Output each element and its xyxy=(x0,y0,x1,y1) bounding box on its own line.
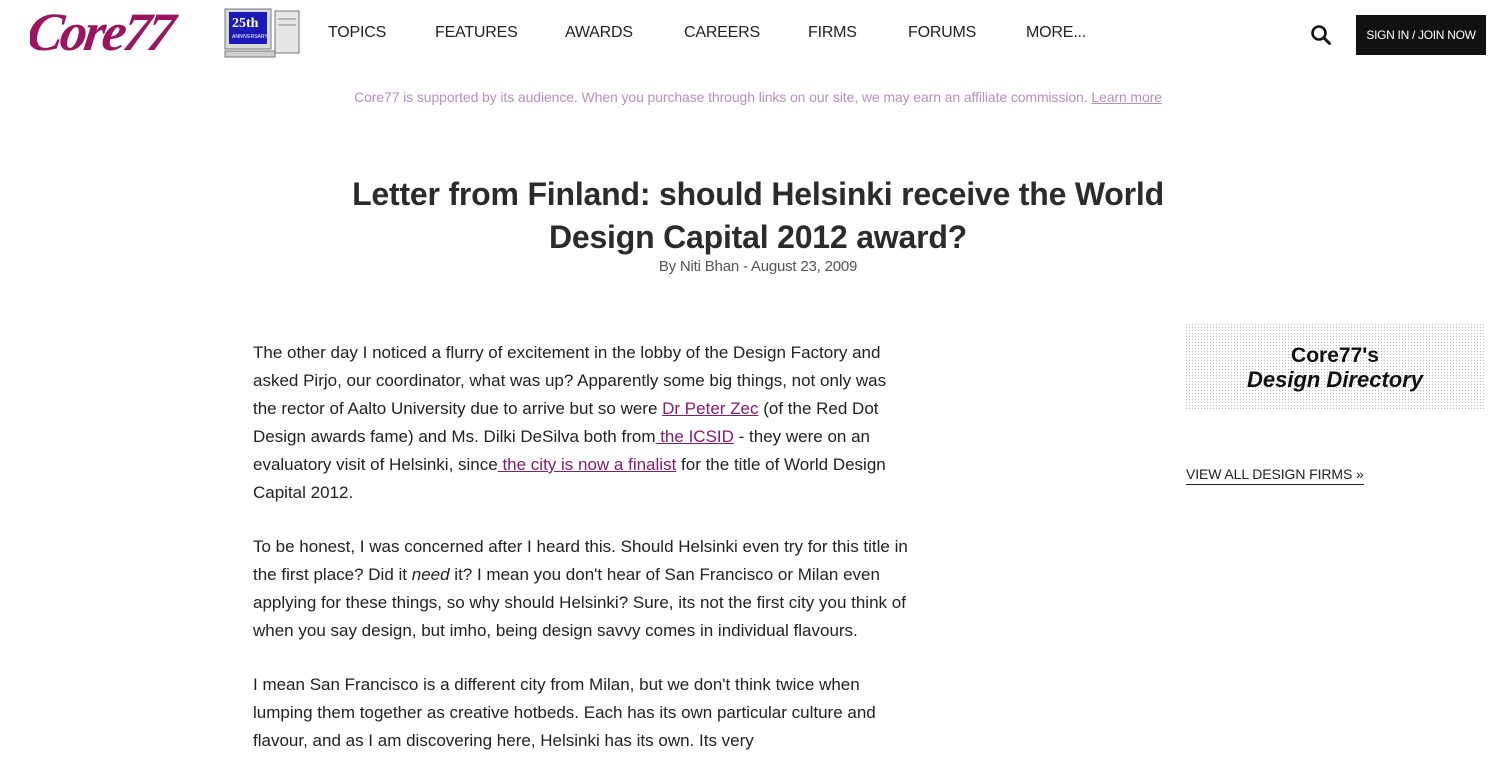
emphasis-text: need xyxy=(411,565,450,584)
nav-firms[interactable]: FIRMS xyxy=(808,24,857,42)
site-header: Core77 25th ANNIVERSARY TOPICS FEATURES … xyxy=(0,0,1498,70)
directory-title-line1: Core77's xyxy=(1291,344,1379,367)
nav-topics[interactable]: TOPICS xyxy=(328,24,386,42)
nav-features[interactable]: FEATURES xyxy=(435,24,518,42)
sign-in-button[interactable]: SIGN IN / JOIN NOW xyxy=(1356,15,1486,55)
core77-logo[interactable]: Core77 xyxy=(30,2,210,64)
learn-more-link[interactable]: Learn more xyxy=(1091,89,1162,105)
search-icon[interactable] xyxy=(1310,24,1332,46)
25th-anniversary-badge-icon[interactable]: 25th ANNIVERSARY xyxy=(223,7,303,59)
finalist-link[interactable]: the city is now a finalist xyxy=(498,455,676,474)
nav-more[interactable]: MORE... xyxy=(1026,24,1086,42)
nav-awards[interactable]: AWARDS xyxy=(565,24,633,42)
svg-text:ANNIVERSARY: ANNIVERSARY xyxy=(232,34,268,40)
svg-text:Core77: Core77 xyxy=(30,2,181,62)
view-all-design-firms-link[interactable]: VIEW ALL DESIGN FIRMS » xyxy=(1186,466,1364,485)
article-body: The other day I noticed a flurry of exci… xyxy=(253,339,913,781)
article-title: Letter from Finland: should Helsinki rec… xyxy=(352,176,1164,256)
article-byline: By Niti Bhan - August 23, 2009 xyxy=(658,258,858,275)
svg-text:25th: 25th xyxy=(232,16,259,31)
nav-forums[interactable]: FORUMS xyxy=(908,24,976,42)
nav-careers[interactable]: CAREERS xyxy=(684,24,760,42)
directory-title-line2: Design Directory xyxy=(1246,367,1424,392)
peter-zec-link[interactable]: Dr Peter Zec xyxy=(662,399,758,418)
icsid-link[interactable]: the ICSID xyxy=(655,427,734,446)
paragraph: I mean San Francisco is a different city… xyxy=(253,675,876,750)
affiliate-text: Core77 is supported by its audience. Whe… xyxy=(354,89,1092,105)
design-directory-banner[interactable]: Core77's Design Directory xyxy=(1185,323,1485,409)
paragraph: The other day I noticed a flurry of exci… xyxy=(253,339,913,507)
paragraph: To be honest, I was concerned after I he… xyxy=(253,533,913,645)
affiliate-disclosure: Core77 is supported by its audience. Whe… xyxy=(0,89,1498,105)
